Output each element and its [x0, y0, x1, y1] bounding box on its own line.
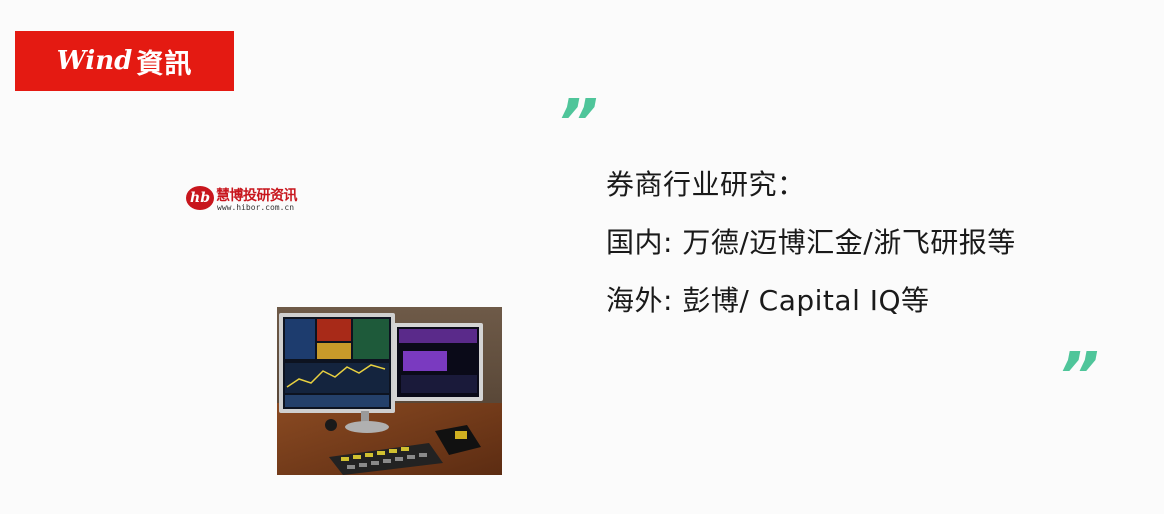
hibor-logo: hb 慧博投研资讯 www.hibor.com.cn	[186, 183, 310, 217]
domestic-sources: 国内: 万德/迈博汇金/浙飞研报等	[606, 226, 1016, 259]
terminal-photo	[277, 307, 502, 475]
open-quote-mark: ”	[557, 92, 599, 132]
research-text-block: 券商行业研究： 国内: 万德/迈博汇金/浙飞研报等 海外: 彭博/ Capita…	[606, 160, 1016, 334]
overseas-sources: 海外: 彭博/ Capital IQ等	[606, 284, 930, 317]
close-quote-mark: ”	[1058, 345, 1100, 385]
wind-logo-cjk: 資訊	[136, 48, 193, 80]
hibor-logo-mark: hb	[186, 186, 214, 210]
hibor-logo-url: www.hibor.com.cn	[217, 203, 295, 212]
research-heading: 券商行业研究：	[606, 168, 806, 201]
hibor-logo-name: 慧博投研资讯	[216, 188, 298, 204]
terminal-photo-illustration	[277, 307, 502, 475]
wind-logo-latin: Wind	[56, 46, 133, 76]
wind-logo: Wind 資訊	[15, 31, 234, 91]
